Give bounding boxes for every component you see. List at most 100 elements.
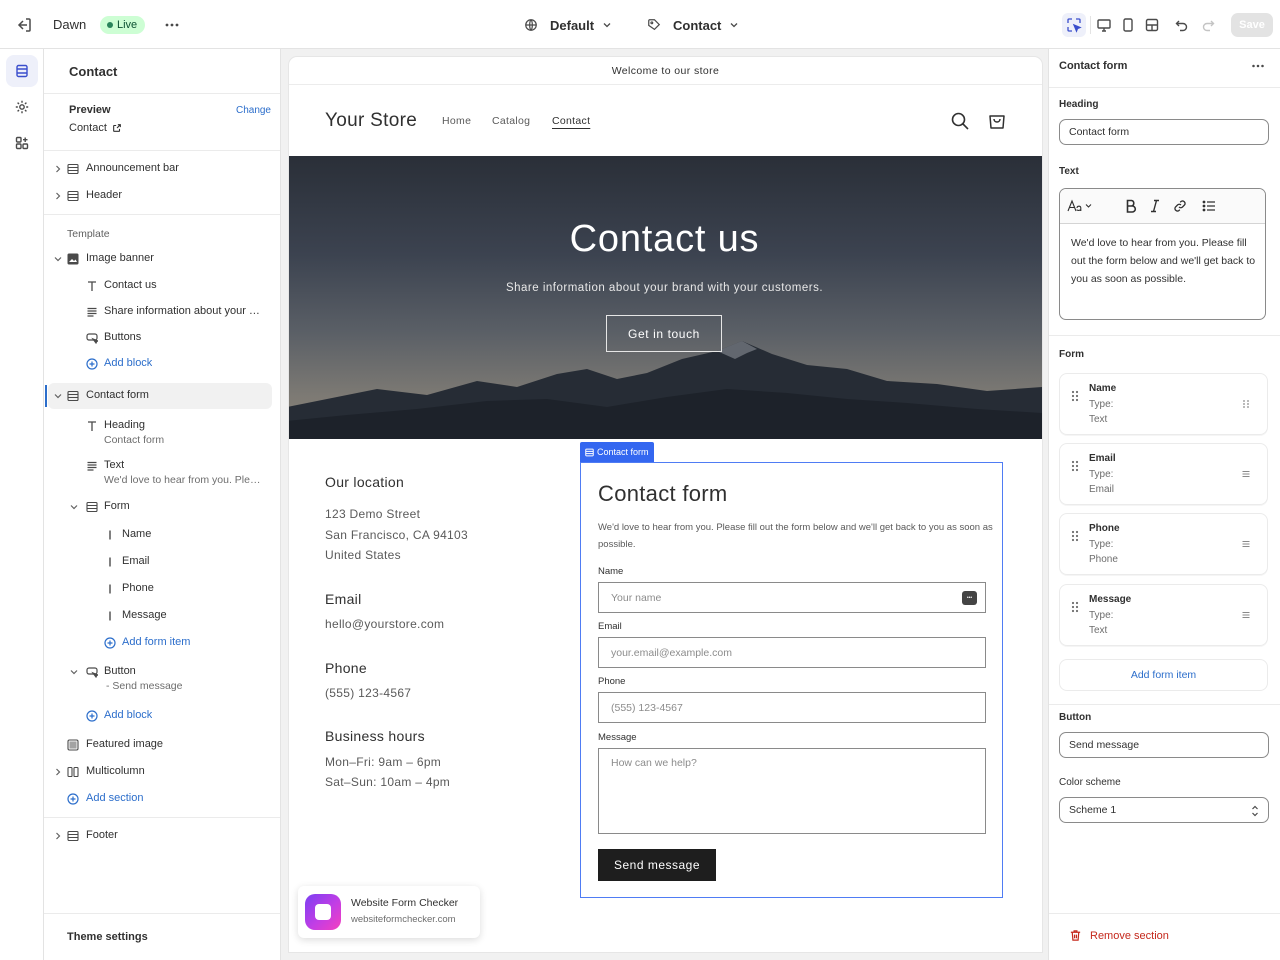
more-options-icon[interactable] xyxy=(162,15,182,35)
add-form-item-link[interactable]: Add form item xyxy=(44,631,280,655)
drag-handle-icon[interactable] xyxy=(1070,600,1080,614)
add-form-item-label: Add form item xyxy=(122,636,191,648)
form-item-name[interactable]: Name xyxy=(44,523,280,547)
chevron-right-icon[interactable] xyxy=(53,831,63,841)
form-item-email[interactable]: Email xyxy=(44,550,280,574)
section-selection-tag[interactable]: Contact form xyxy=(580,442,654,462)
add-block-image-banner[interactable]: Add block xyxy=(44,352,280,376)
menu-lines-icon[interactable] xyxy=(1241,610,1251,620)
send-message-button[interactable]: Send message xyxy=(598,849,716,881)
external-link-icon xyxy=(112,123,122,133)
message-textarea[interactable]: How can we help? xyxy=(598,748,986,834)
remove-section-button[interactable]: Remove section xyxy=(1069,929,1169,942)
block-form[interactable]: Form xyxy=(44,495,280,519)
chevron-right-icon[interactable] xyxy=(53,164,63,174)
heading-input[interactable]: Contact form xyxy=(1059,119,1269,145)
store-logo[interactable]: Your Store xyxy=(325,110,417,132)
italic-icon[interactable] xyxy=(1146,197,1164,215)
section-header[interactable]: Header xyxy=(44,184,280,208)
change-preview-link[interactable]: Change xyxy=(236,105,271,116)
drag-handle-icon[interactable] xyxy=(1070,389,1080,403)
section-multicolumn[interactable]: Multicolumn xyxy=(44,760,280,784)
form-item-message[interactable]: Message xyxy=(44,604,280,628)
block-contact-us[interactable]: Contact us xyxy=(44,274,280,298)
inspector-icon[interactable] xyxy=(1062,13,1086,37)
desktop-view-icon[interactable] xyxy=(1092,13,1116,37)
chevron-down-icon[interactable] xyxy=(69,502,79,512)
add-form-item-button[interactable]: Add form item xyxy=(1059,659,1268,691)
chevron-down-icon[interactable] xyxy=(53,254,63,264)
section-footer[interactable]: Footer xyxy=(44,824,280,848)
preview-value[interactable]: Contact xyxy=(69,122,122,134)
undo-icon[interactable] xyxy=(1170,13,1194,37)
fullscreen-icon[interactable] xyxy=(1140,13,1164,37)
block-text[interactable]: Text We'd love to hear from you. Please … xyxy=(44,455,280,491)
add-block-contact-form[interactable]: Add block xyxy=(44,704,280,728)
theme-settings-link[interactable]: Theme settings xyxy=(67,931,148,943)
email-placeholder: your.email@example.com xyxy=(611,646,732,659)
form-item-card-message[interactable]: Message Type: Text xyxy=(1059,584,1268,646)
announcement-bar[interactable]: Welcome to our store xyxy=(289,57,1042,85)
theme-settings-icon[interactable] xyxy=(6,91,38,123)
divider xyxy=(1049,913,1280,914)
section-label: Contact form xyxy=(86,389,149,401)
menu-lines-icon[interactable] xyxy=(1241,469,1251,479)
section-featured-image[interactable]: Featured image xyxy=(44,733,280,757)
block-heading[interactable]: Heading Contact form xyxy=(44,415,280,451)
password-manager-icon[interactable]: ••• xyxy=(962,591,977,605)
name-input[interactable]: Your name ••• xyxy=(598,582,986,613)
block-buttons[interactable]: Buttons xyxy=(44,326,280,350)
form-item-card-name[interactable]: Name Type: Text xyxy=(1059,373,1268,435)
block-button[interactable]: Button - Send message xyxy=(44,661,280,697)
contact-form-heading: Contact form xyxy=(598,481,728,506)
nav-link-catalog[interactable]: Catalog xyxy=(492,115,530,127)
apps-icon[interactable] xyxy=(6,127,38,159)
section-contact-form[interactable]: Contact form xyxy=(44,384,280,408)
chevron-right-icon[interactable] xyxy=(53,767,63,777)
bold-icon[interactable] xyxy=(1122,197,1140,215)
get-in-touch-button[interactable]: Get in touch xyxy=(606,315,722,352)
section-announcement-bar[interactable]: Announcement bar xyxy=(44,157,280,181)
contact-form-section[interactable]: Contact form We'd love to hear from you.… xyxy=(580,462,1003,898)
rich-text-editor[interactable]: We'd love to hear from you. Please fill … xyxy=(1059,188,1266,320)
chevron-down-icon[interactable] xyxy=(53,391,63,401)
chevron-right-icon[interactable] xyxy=(53,191,63,201)
save-button[interactable]: Save xyxy=(1231,13,1273,37)
add-section-link[interactable]: Add section xyxy=(44,787,280,811)
remove-section-label: Remove section xyxy=(1090,929,1169,942)
color-scheme-select[interactable]: Scheme 1 xyxy=(1059,797,1269,823)
more-options-icon[interactable] xyxy=(1249,57,1267,75)
chevron-down-icon[interactable] xyxy=(69,667,79,677)
block-share-information[interactable]: Share information about your brand with … xyxy=(44,300,280,324)
button-text-input[interactable]: Send message xyxy=(1059,732,1269,758)
section-image-banner[interactable]: Image banner xyxy=(44,247,280,271)
bullet-list-icon[interactable] xyxy=(1200,197,1218,215)
image-icon xyxy=(66,252,80,266)
image-banner[interactable]: Contact us Share information about your … xyxy=(289,156,1042,439)
drag-handle-icon[interactable] xyxy=(1070,459,1080,473)
nav-link-home[interactable]: Home xyxy=(442,115,471,127)
input-field-icon xyxy=(103,582,117,596)
exit-icon[interactable] xyxy=(14,15,34,35)
email-input[interactable]: your.email@example.com xyxy=(598,637,986,668)
divider xyxy=(1049,87,1280,88)
phone-input[interactable]: (555) 123-4567 xyxy=(598,692,986,723)
mobile-view-icon[interactable] xyxy=(1116,13,1140,37)
text-style-icon[interactable] xyxy=(1066,197,1094,215)
nav-link-contact[interactable]: Contact xyxy=(552,115,590,127)
drag-handle-icon[interactable] xyxy=(1070,529,1080,543)
form-item-card-phone[interactable]: Phone Type: Phone xyxy=(1059,513,1268,575)
form-item-card-email[interactable]: Email Type: Email xyxy=(1059,443,1268,505)
template-selector[interactable]: Default xyxy=(524,13,612,37)
page-selector[interactable]: Contact xyxy=(647,13,739,37)
form-item-phone[interactable]: Phone xyxy=(44,577,280,601)
menu-lines-icon[interactable] xyxy=(1241,539,1251,549)
redo-icon[interactable] xyxy=(1196,13,1220,37)
link-icon[interactable] xyxy=(1171,197,1189,215)
form-item-type-label: Type: xyxy=(1089,399,1114,410)
cart-icon[interactable] xyxy=(987,111,1007,131)
search-icon[interactable] xyxy=(950,111,970,131)
extension-notification[interactable]: Website Form Checker websiteformchecker.… xyxy=(298,886,480,938)
drag-dots-icon[interactable] xyxy=(1241,399,1251,409)
sections-icon[interactable] xyxy=(6,55,38,87)
